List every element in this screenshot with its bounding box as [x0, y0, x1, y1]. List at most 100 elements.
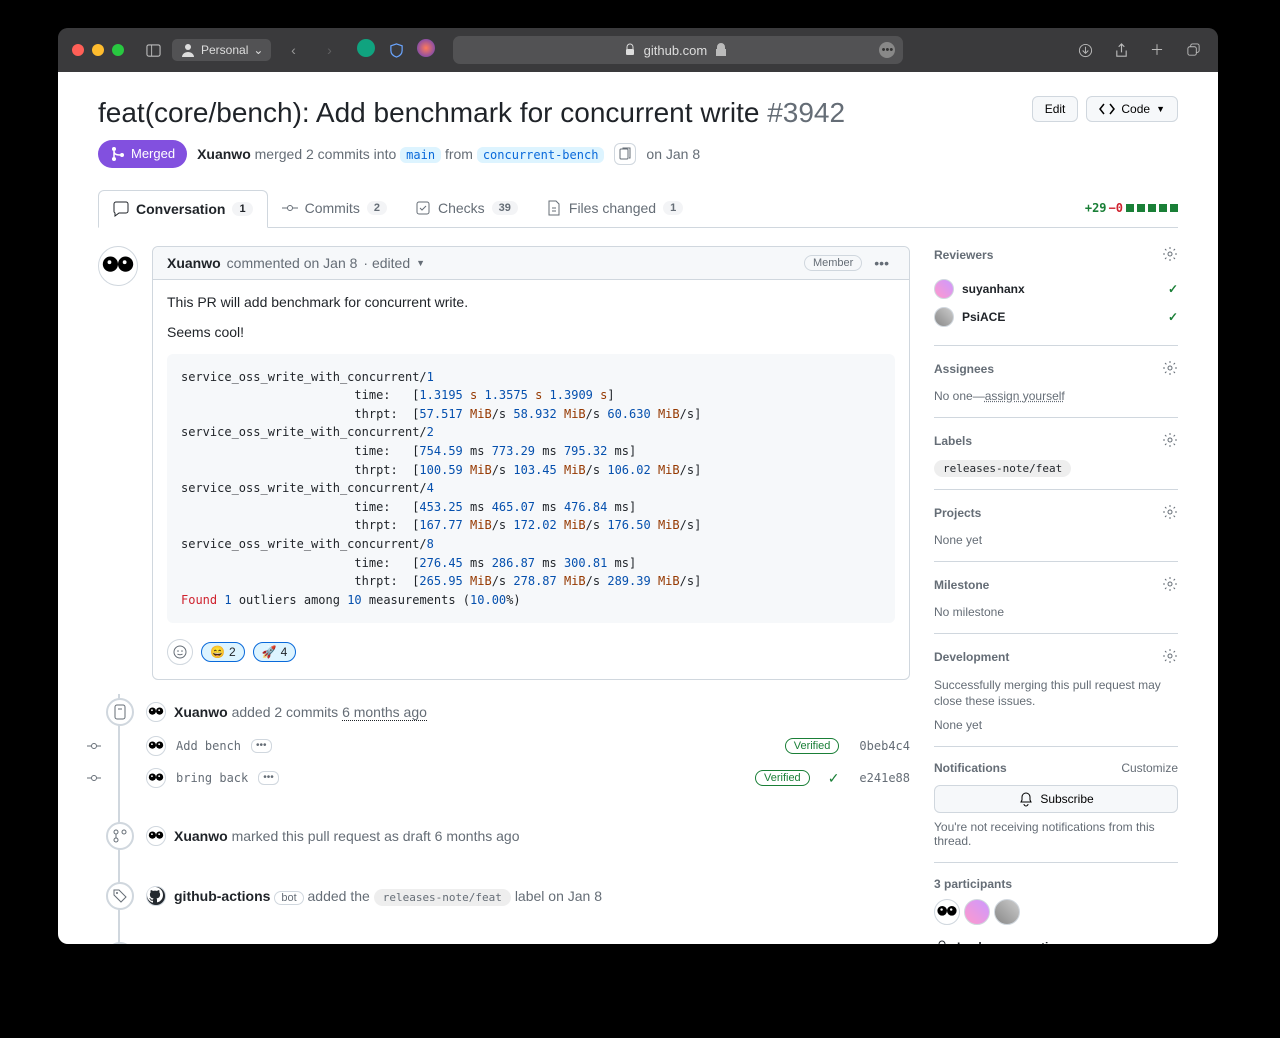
bot-badge: bot	[274, 891, 303, 905]
commit-icon	[282, 200, 298, 216]
avatar[interactable]	[146, 702, 166, 722]
commit-message[interactable]: Add bench	[176, 739, 241, 753]
verified-badge[interactable]: Verified	[785, 738, 840, 754]
tab-commits[interactable]: Commits 2	[268, 190, 401, 227]
avatar[interactable]	[146, 768, 166, 788]
gear-icon[interactable]	[1162, 576, 1178, 595]
assign-yourself-link[interactable]: assign yourself	[985, 389, 1065, 403]
timestamp[interactable]: 6 months ago	[342, 704, 427, 721]
gear-icon[interactable]	[1162, 360, 1178, 379]
commit-sha[interactable]: e241e88	[859, 771, 910, 785]
avatar	[934, 279, 954, 299]
actor[interactable]: Xuanwo	[174, 828, 228, 844]
ext-shield-icon[interactable]	[385, 39, 407, 61]
commit-sha[interactable]: 0beb4c4	[859, 739, 910, 753]
gear-icon[interactable]	[1162, 432, 1178, 451]
tab-checks[interactable]: Checks 39	[401, 190, 532, 227]
labels-header[interactable]: Labels	[934, 432, 1178, 451]
reviewer-row[interactable]: suyanhanx ✓	[934, 275, 1178, 303]
gear-icon[interactable]	[1162, 648, 1178, 667]
lock-icon	[713, 42, 729, 58]
pr-number: #3942	[767, 97, 845, 128]
edit-button[interactable]: Edit	[1032, 96, 1079, 122]
add-reaction-icon[interactable]	[167, 639, 193, 665]
forward-button[interactable]: ›	[315, 42, 343, 58]
dev-none: None yet	[934, 718, 982, 732]
participants-header: 3 participants	[934, 877, 1178, 891]
commit-expand-icon[interactable]: •••	[258, 771, 279, 785]
draft-icon	[106, 822, 134, 850]
development-header[interactable]: Development	[934, 648, 1178, 667]
comment-menu-icon[interactable]: •••	[868, 255, 895, 271]
timestamp[interactable]: 6 months ago	[435, 828, 520, 844]
actor[interactable]: Xuanwo	[174, 704, 228, 720]
comment-time: commented on Jan 8	[227, 255, 358, 271]
reviewer-row[interactable]: PsiACE ✓	[934, 303, 1178, 331]
participant-avatar[interactable]	[964, 899, 990, 925]
milestone-none: No milestone	[934, 605, 1004, 619]
minimize-window[interactable]	[92, 44, 104, 56]
comment-author[interactable]: Xuanwo	[167, 255, 221, 271]
sidebar-toggle-icon[interactable]	[142, 39, 164, 61]
avatar[interactable]	[146, 886, 166, 906]
avatar[interactable]	[146, 826, 166, 846]
new-tab-icon[interactable]: ＋	[1146, 39, 1168, 61]
checklist-icon	[415, 200, 431, 216]
verified-badge[interactable]: Verified	[755, 770, 810, 786]
share-icon[interactable]	[1110, 39, 1132, 61]
check-icon: ✓	[1168, 310, 1178, 324]
back-button[interactable]: ‹	[279, 42, 307, 58]
merged-badge: Merged	[98, 140, 187, 168]
safari-titlebar: Personal ⌄ ‹ › github.com ••• ＋	[58, 28, 1218, 72]
ext-grammarly-icon[interactable]	[357, 39, 375, 57]
participant-avatar[interactable]	[934, 899, 960, 925]
reaction-rocket[interactable]: 🚀 4	[253, 642, 297, 662]
profile-label: Personal	[201, 43, 248, 57]
close-window[interactable]	[72, 44, 84, 56]
gear-icon[interactable]	[1162, 246, 1178, 265]
gear-icon[interactable]	[1162, 504, 1178, 523]
timestamp[interactable]: label on Jan 8	[515, 888, 602, 904]
commit-expand-icon[interactable]: •••	[251, 739, 272, 753]
tab-conversation[interactable]: Conversation 1	[98, 190, 268, 228]
maximize-window[interactable]	[112, 44, 124, 56]
copy-branch-icon[interactable]	[614, 143, 636, 165]
pr-title: feat(core/bench): Add benchmark for conc…	[98, 96, 845, 130]
customize-link[interactable]: Customize	[1121, 761, 1178, 775]
reaction-smile[interactable]: 😄 2	[201, 642, 245, 662]
extensions	[357, 39, 435, 61]
commit-message[interactable]: bring back	[176, 771, 248, 785]
projects-header[interactable]: Projects	[934, 504, 1178, 523]
ext-circle-icon[interactable]	[417, 39, 435, 57]
head-branch[interactable]: concurrent-bench	[477, 147, 605, 163]
participant-avatar[interactable]	[994, 899, 1020, 925]
commits-count: 2	[367, 201, 387, 215]
edited-marker[interactable]: · edited	[363, 255, 410, 271]
comment-icon	[113, 201, 129, 217]
bell-icon	[1018, 791, 1034, 807]
url-text: github.com	[644, 43, 708, 58]
lock-conversation-button[interactable]: Lock conversation	[934, 939, 1178, 944]
label[interactable]: releases-note/feat	[934, 460, 1071, 477]
lock-icon	[622, 42, 638, 58]
merged-date: on Jan 8	[646, 146, 700, 162]
profile-selector[interactable]: Personal ⌄	[172, 39, 271, 61]
assignees-header[interactable]: Assignees	[934, 360, 1178, 379]
code-icon	[1099, 101, 1115, 117]
code-button[interactable]: Code ▼	[1086, 96, 1178, 122]
actor[interactable]: github-actions	[174, 888, 270, 904]
address-bar[interactable]: github.com •••	[453, 36, 903, 64]
label[interactable]: releases-note/feat	[374, 889, 511, 906]
download-icon[interactable]	[1074, 39, 1096, 61]
avatar[interactable]	[146, 736, 166, 756]
base-branch[interactable]: main	[400, 147, 441, 163]
reviewers-header[interactable]: Reviewers	[934, 246, 1178, 265]
milestone-header[interactable]: Milestone	[934, 576, 1178, 595]
check-icon: ✓	[828, 770, 840, 787]
page-menu-icon[interactable]: •••	[879, 42, 895, 58]
tabs-icon[interactable]	[1182, 39, 1204, 61]
avatar[interactable]	[98, 246, 138, 286]
tag-icon	[106, 882, 134, 910]
tab-files[interactable]: Files changed 1	[532, 190, 697, 227]
subscribe-button[interactable]: Subscribe	[934, 785, 1178, 813]
